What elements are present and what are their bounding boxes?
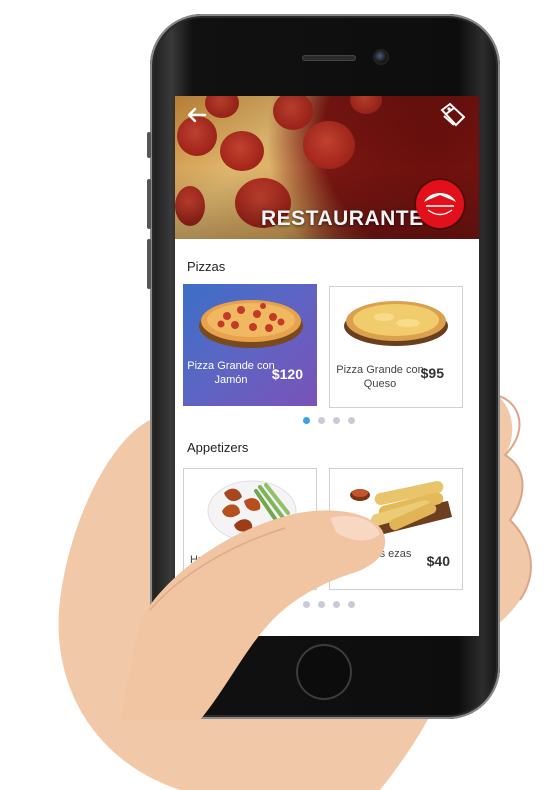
- page-title: RESTAURANTE: [261, 207, 424, 230]
- section-title-pizzas: Pizzas: [187, 259, 226, 274]
- card-item-price: $40: [426, 553, 450, 569]
- restaurant-header: RESTAURANTE: [175, 96, 479, 239]
- menu-card[interactable]: Pizza Grande con Jamón $120: [183, 284, 317, 406]
- pizza-hut-logo: [416, 180, 464, 228]
- arrow-left-icon[interactable]: [185, 104, 209, 126]
- front-camera: [375, 51, 387, 63]
- pizza-image: [199, 300, 303, 348]
- pizza-image: [344, 301, 448, 346]
- card-item-price: $120: [271, 366, 303, 382]
- pager-dot[interactable]: [318, 417, 325, 424]
- pager-dot[interactable]: [318, 601, 325, 608]
- pager-dot[interactable]: [303, 417, 310, 424]
- volume-down-button: [147, 239, 151, 289]
- home-button[interactable]: [298, 646, 350, 698]
- pager-dot[interactable]: [348, 601, 355, 608]
- pager-dot[interactable]: [303, 601, 310, 608]
- card-item-name: Pizza Grande con Jamón: [187, 360, 275, 386]
- earpiece-speaker: [302, 55, 356, 61]
- card-item-name: Hu: [190, 554, 205, 566]
- mute-switch: [147, 132, 151, 158]
- menu-card[interactable]: cks ezas $40: [329, 468, 463, 590]
- card-item-name: Pizza Grande con Queso: [336, 364, 424, 390]
- wings-image: [207, 480, 297, 542]
- tag-icon[interactable]: [439, 102, 467, 128]
- card-item-price: $95: [420, 365, 444, 381]
- app-screen: RESTAURANTE Pizzas Pizza Grande con Jamó…: [175, 96, 479, 636]
- volume-up-button: [147, 179, 151, 229]
- pager-dot[interactable]: [348, 417, 355, 424]
- pager-dot[interactable]: [333, 417, 340, 424]
- pager-dot[interactable]: [333, 601, 340, 608]
- menu-card[interactable]: Hu: [183, 468, 317, 590]
- breadsticks-image: [350, 480, 452, 535]
- logo-mark: [424, 193, 456, 216]
- menu-card[interactable]: Pizza Grande con Queso $95: [329, 286, 463, 408]
- card-item-name: cks ezas: [368, 548, 412, 560]
- section-title-appetizers: Appetizers: [187, 440, 249, 455]
